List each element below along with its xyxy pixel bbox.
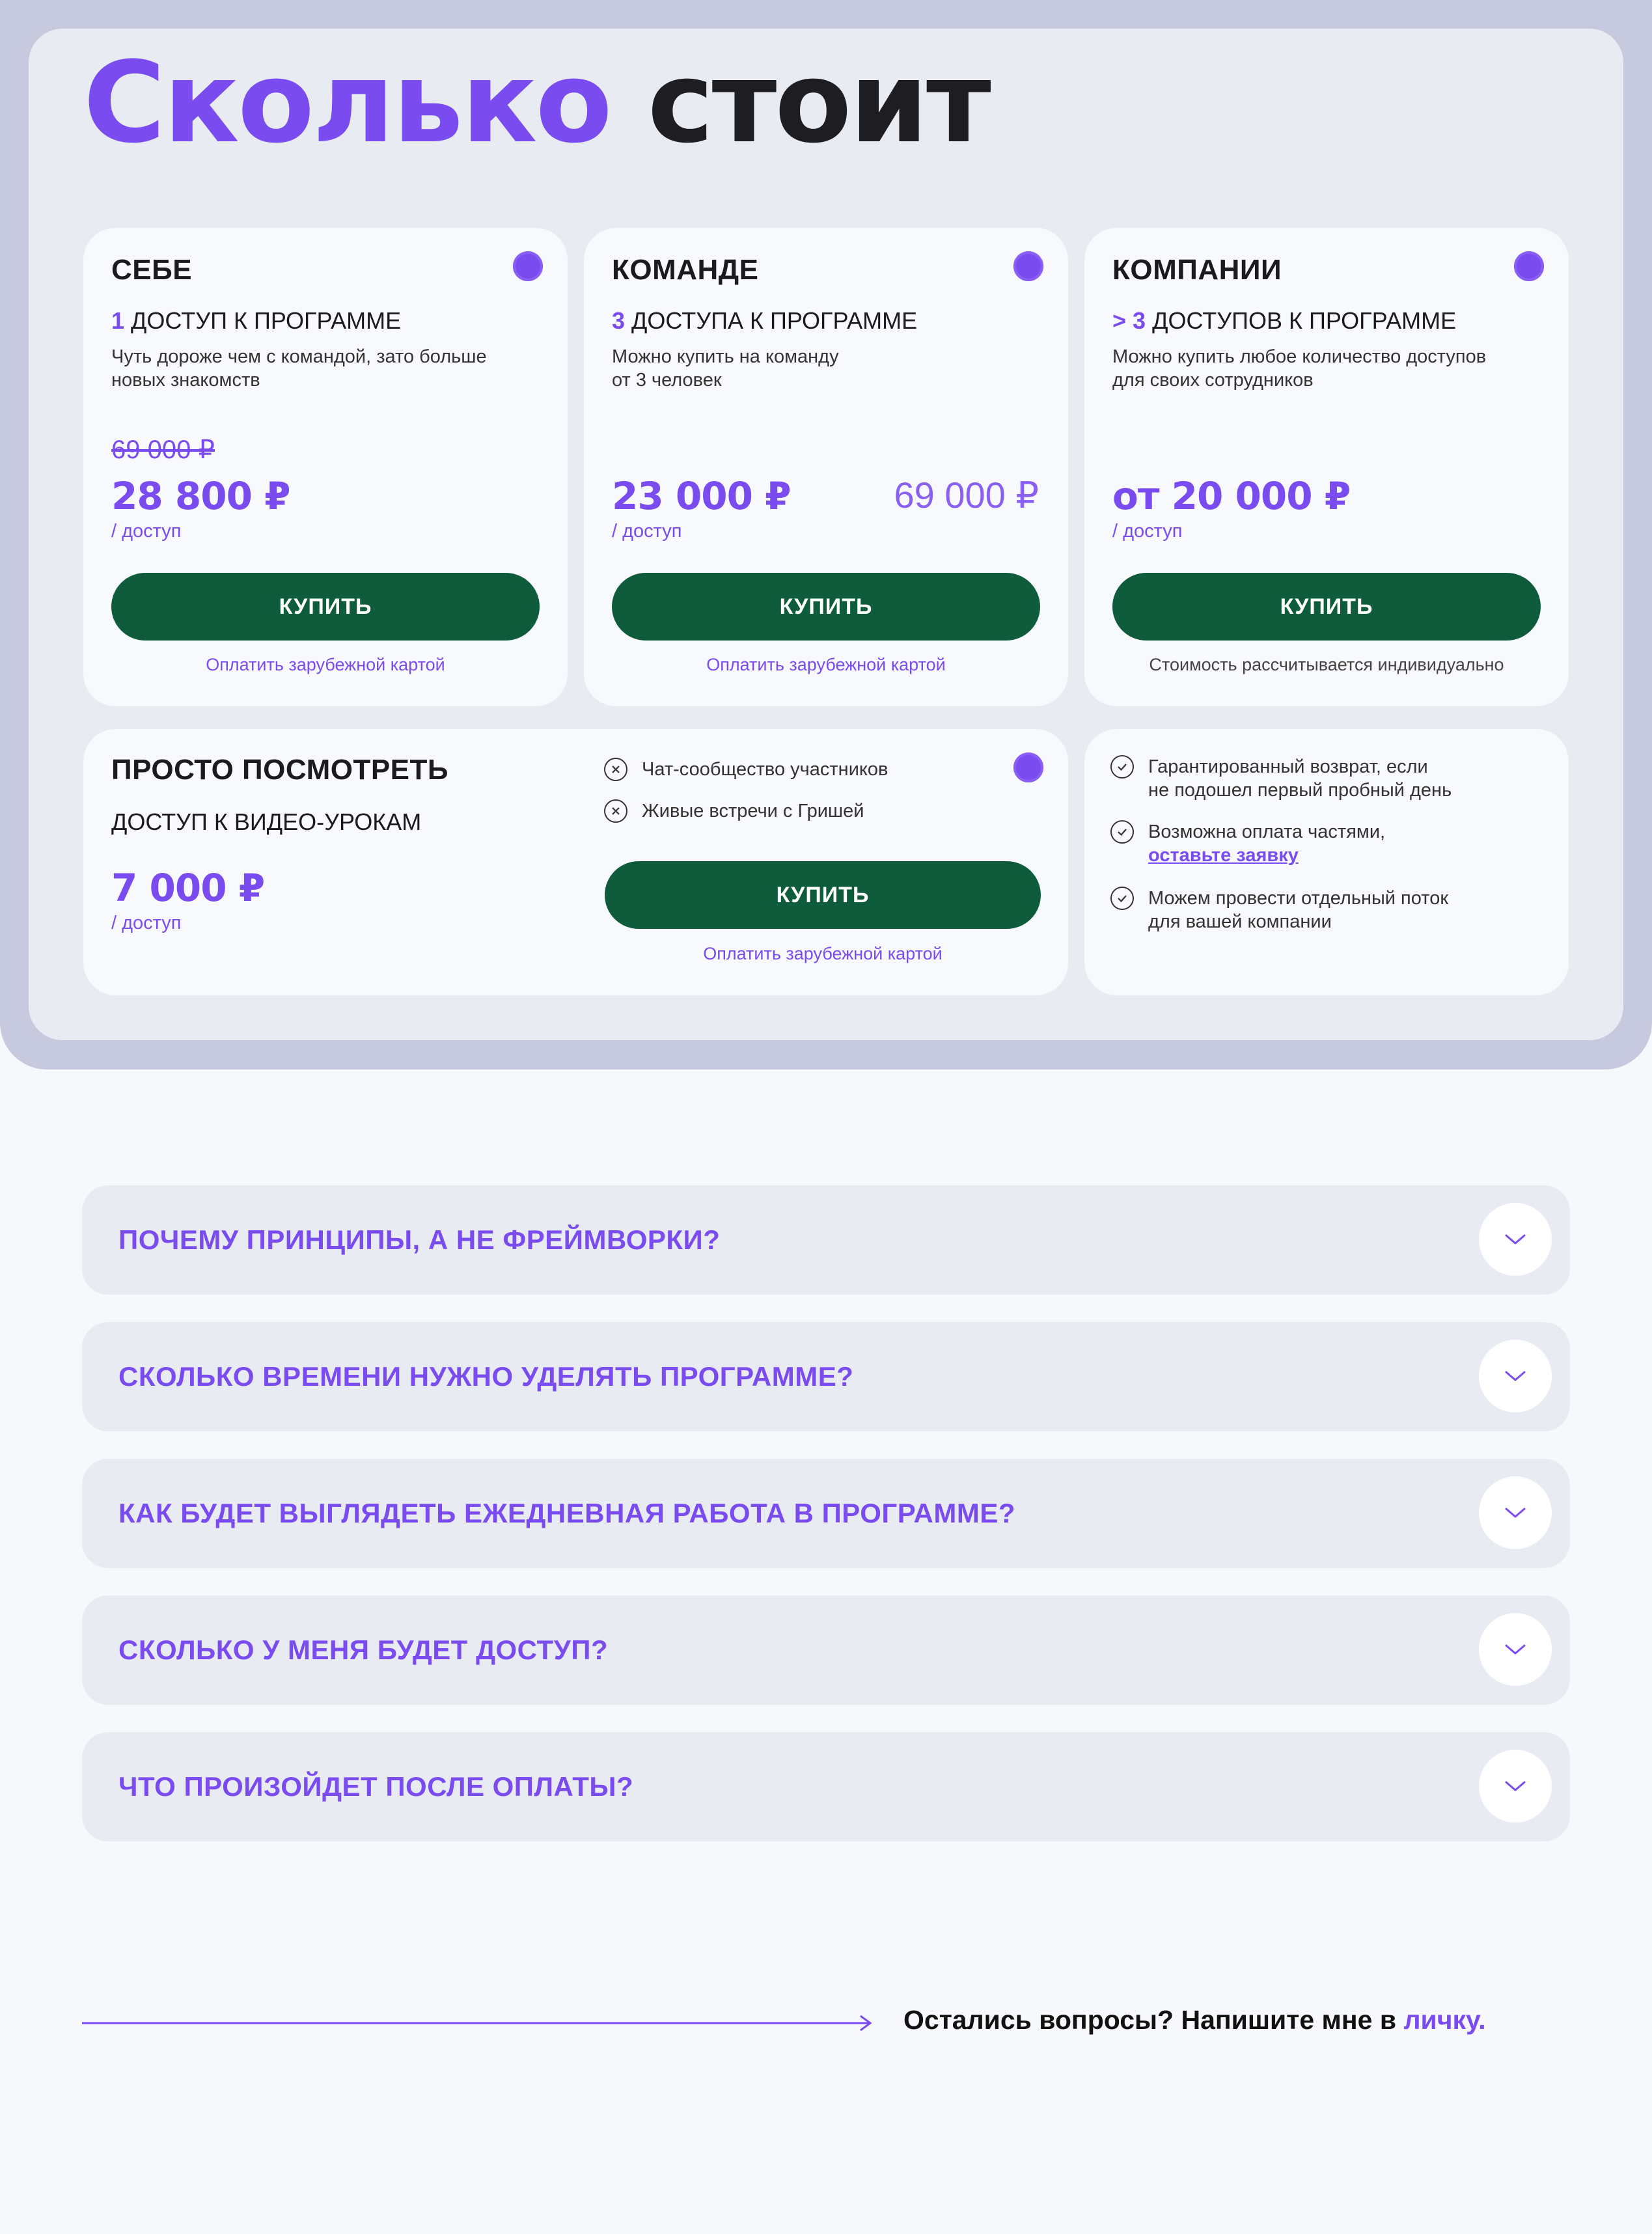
chevron-down-icon — [1505, 1371, 1526, 1381]
chevron-down-icon — [1505, 1234, 1526, 1245]
plan-card-self: СЕБЕ 1 ДОСТУП К ПРОГРАММЕ Чуть дороже че… — [83, 228, 568, 706]
faq-item[interactable]: ЧТО ПРОИЗОЙДЕТ ПОСЛЕ ОПЛАТЫ? — [82, 1732, 1570, 1841]
plan-card-basic: ПРОСТО ПОСМОТРЕТЬ ДОСТУП К ВИДЕО-УРОКАМ … — [83, 729, 1068, 995]
check-icon — [1110, 755, 1134, 779]
buy-button[interactable]: КУПИТЬ — [1112, 573, 1541, 641]
excluded-feature: Живые встречи с Гришей — [604, 799, 864, 823]
guarantee-line: для вашей компании — [1148, 911, 1332, 932]
plan-title: КОМПАНИИ — [1112, 254, 1282, 286]
faq-question: СКОЛЬКО У МЕНЯ БУДЕТ ДОСТУП? — [118, 1634, 609, 1665]
title-part-2: стоит — [647, 37, 991, 168]
faq-item[interactable]: ПОЧЕМУ ПРИНЦИПЫ, А НЕ ФРЕЙМВОРКИ? — [82, 1185, 1570, 1295]
expand-button[interactable] — [1479, 1340, 1552, 1413]
guarantee-text: Гарантированный возврат, если не подошел… — [1148, 755, 1452, 802]
plan-title: СЕБЕ — [111, 254, 193, 286]
plan-price: 23 000 ₽ — [612, 474, 792, 518]
description-line: Чуть дороже чем с командой, зато больше — [111, 346, 487, 367]
price-unit: / доступ — [111, 521, 182, 542]
price-unit: / доступ — [111, 913, 182, 933]
chevron-down-icon — [1505, 1781, 1526, 1791]
old-price: 69 000 ₽ — [111, 435, 215, 464]
foreign-card-link[interactable]: Оплатить зарубежной картой — [83, 655, 568, 675]
guarantee-text: Можем провести отдельный поток для вашей… — [1148, 887, 1448, 933]
feature-text: Живые встречи с Гришей — [642, 801, 864, 821]
plan-price: 7 000 ₽ — [111, 866, 265, 910]
arrow-right-icon — [82, 2015, 872, 2032]
check-icon — [1110, 820, 1134, 844]
buy-button[interactable]: КУПИТЬ — [612, 573, 1040, 641]
buy-button[interactable]: КУПИТЬ — [111, 573, 540, 641]
access-text: ДОСТУП К ПРОГРАММЕ — [131, 307, 402, 334]
badge-icon — [1013, 752, 1043, 782]
access-text: ДОСТУПА К ПРОГРАММЕ — [631, 307, 918, 334]
cross-icon — [604, 799, 627, 823]
plan-access: 3 ДОСТУПА К ПРОГРАММЕ — [612, 307, 917, 335]
plan-card-company: КОМПАНИИ > 3 ДОСТУПОВ К ПРОГРАММЕ Можно … — [1084, 228, 1569, 706]
access-count: 1 — [111, 307, 125, 334]
plan-title: КОМАНДЕ — [612, 254, 759, 286]
check-icon — [1110, 887, 1134, 910]
faq-item[interactable]: СКОЛЬКО ВРЕМЕНИ НУЖНО УДЕЛЯТЬ ПРОГРАММЕ? — [82, 1322, 1570, 1431]
cross-icon — [604, 758, 627, 781]
plan-title: ПРОСТО ПОСМОТРЕТЬ — [111, 754, 449, 786]
pricing-note: Стоимость рассчитывается индивидуально — [1149, 655, 1504, 674]
title-part-1: Сколько — [83, 37, 613, 168]
foreign-card-link[interactable]: Оплатить зарубежной картой — [584, 655, 1068, 675]
badge-icon — [513, 251, 543, 281]
comparison-price: 69 000 ₽ — [894, 475, 1039, 516]
description-line: Можно купить любое количество доступов — [1112, 346, 1487, 367]
plan-access: ДОСТУП К ВИДЕО-УРОКАМ — [111, 808, 422, 835]
description-line: от 3 человек — [612, 370, 722, 391]
access-count: 3 — [612, 307, 626, 334]
plan-access: 1 ДОСТУП К ПРОГРАММЕ — [111, 307, 401, 335]
guarantee-line: Гарантированный возврат, если — [1148, 756, 1428, 777]
guarantee-item: Гарантированный возврат, если не подошел… — [1110, 755, 1452, 802]
badge-icon — [1514, 251, 1544, 281]
plan-description: Чуть дороже чем с командой, зато больше … — [111, 345, 487, 392]
plan-description: Можно купить любое количество доступов д… — [1112, 345, 1486, 392]
contact-prompt: Остались вопросы? Напишите мне в личку. — [903, 2005, 1486, 2035]
guarantee-item: Возможна оплата частями, оставьте заявку — [1110, 820, 1385, 867]
chevron-down-icon — [1505, 1508, 1526, 1518]
guarantee-item: Можем провести отдельный поток для вашей… — [1110, 887, 1448, 933]
faq-question: ПОЧЕМУ ПРИНЦИПЫ, А НЕ ФРЕЙМВОРКИ? — [118, 1224, 721, 1255]
contact-text: Остались вопросы? Напишите мне в — [903, 2005, 1397, 2035]
foreign-card-link[interactable]: Оплатить зарубежной картой — [605, 944, 1041, 964]
access-count: > 3 — [1112, 307, 1146, 334]
guarantee-text: Возможна оплата частями, оставьте заявку — [1148, 820, 1385, 867]
expand-button[interactable] — [1479, 1750, 1552, 1823]
feature-text: Чат-сообщество участников — [642, 759, 888, 780]
buy-button[interactable]: КУПИТЬ — [605, 861, 1041, 929]
plan-description: Можно купить на команду от 3 человек — [612, 345, 839, 392]
faq-question: ЧТО ПРОИЗОЙДЕТ ПОСЛЕ ОПЛАТЫ? — [118, 1771, 634, 1802]
description-line: для своих сотрудников — [1112, 370, 1314, 391]
guarantee-line: Можем провести отдельный поток — [1148, 888, 1449, 909]
guarantees-card: Гарантированный возврат, если не подошел… — [1084, 729, 1569, 995]
expand-button[interactable] — [1479, 1203, 1552, 1276]
guarantee-line: Возможна оплата частями, — [1148, 821, 1386, 842]
plan-price: от 20 000 ₽ — [1112, 474, 1351, 518]
excluded-feature: Чат-сообщество участников — [604, 758, 888, 781]
faq-question: КАК БУДЕТ ВЫГЛЯДЕТЬ ЕЖЕДНЕВНАЯ РАБОТА В … — [118, 1498, 1016, 1528]
badge-icon — [1013, 251, 1043, 281]
faq-item[interactable]: КАК БУДЕТ ВЫГЛЯДЕТЬ ЕЖЕДНЕВНАЯ РАБОТА В … — [82, 1459, 1570, 1568]
plan-card-team: КОМАНДЕ 3 ДОСТУПА К ПРОГРАММЕ Можно купи… — [584, 228, 1068, 706]
expand-button[interactable] — [1479, 1476, 1552, 1549]
page-title: Сколько стоит — [83, 47, 991, 159]
description-line: Можно купить на команду — [612, 346, 839, 367]
plan-access: > 3 ДОСТУПОВ К ПРОГРАММЕ — [1112, 307, 1456, 335]
expand-button[interactable] — [1479, 1613, 1552, 1686]
faq-question: СКОЛЬКО ВРЕМЕНИ НУЖНО УДЕЛЯТЬ ПРОГРАММЕ? — [118, 1361, 854, 1392]
plan-price: 28 800 ₽ — [111, 474, 291, 518]
guarantee-line: не подошел первый пробный день — [1148, 780, 1452, 801]
price-unit: / доступ — [612, 521, 682, 542]
description-line: новых знакомств — [111, 370, 260, 391]
contact-link[interactable]: личку. — [1403, 2005, 1485, 2035]
request-link[interactable]: оставьте заявку — [1148, 844, 1385, 867]
chevron-down-icon — [1505, 1644, 1526, 1655]
access-text: ДОСТУПОВ К ПРОГРАММЕ — [1152, 307, 1457, 334]
faq-item[interactable]: СКОЛЬКО У МЕНЯ БУДЕТ ДОСТУП? — [82, 1595, 1570, 1705]
price-unit: / доступ — [1112, 521, 1183, 542]
